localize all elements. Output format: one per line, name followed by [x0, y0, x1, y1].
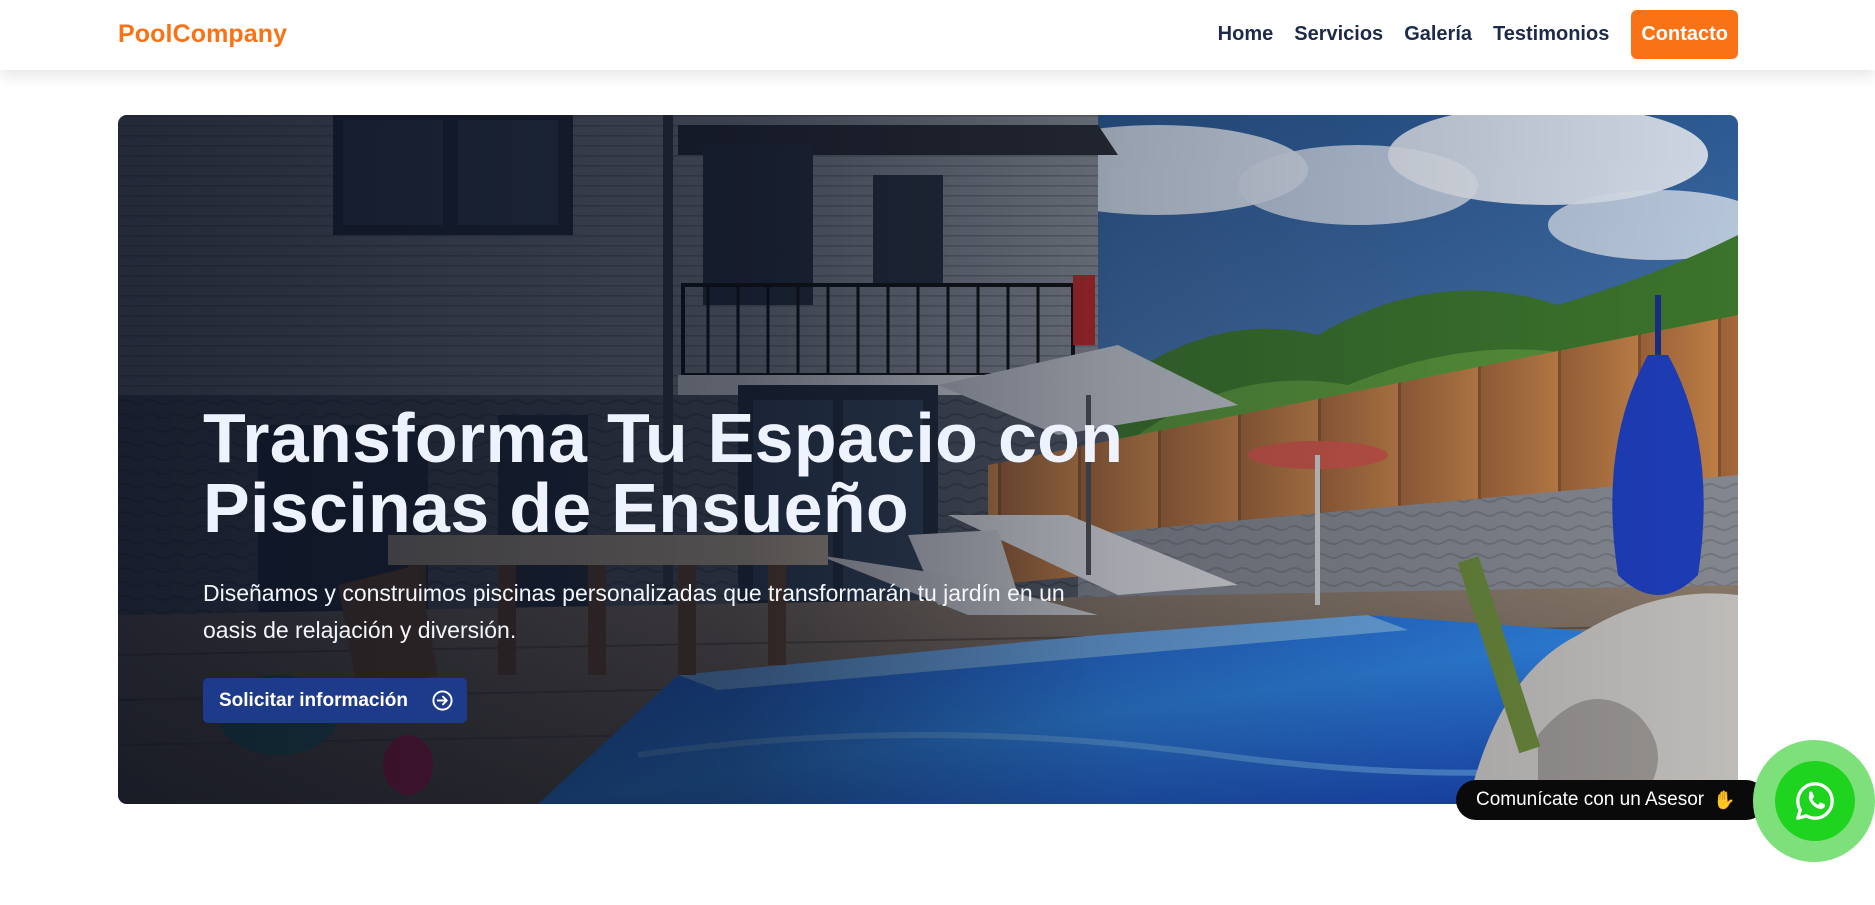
solicitar-informacion-button[interactable]: Solicitar información [203, 678, 467, 723]
site-header: PoolCompany Home Servicios Galería Testi… [0, 0, 1875, 70]
hero-subtitle-line-1: Diseñamos y construimos piscinas persona… [203, 580, 1065, 606]
nav-link-home[interactable]: Home [1218, 23, 1274, 46]
whatsapp-tooltip[interactable]: Comunícate con un Asesor ✋ [1456, 780, 1766, 820]
hero-title: Transforma Tu Espacio con Piscinas de En… [203, 403, 1203, 543]
whatsapp-button[interactable] [1775, 761, 1855, 841]
hero-section: Transforma Tu Espacio con Piscinas de En… [118, 115, 1738, 804]
main-nav: Home Servicios Galería Testimonios Conta… [1197, 10, 1738, 59]
waving-hand-icon: ✋ [1713, 789, 1736, 810]
logo[interactable]: PoolCompany [118, 20, 287, 49]
arrow-right-circle-icon [432, 690, 453, 711]
nav-link-servicios[interactable]: Servicios [1294, 23, 1383, 46]
nav-link-testimonios[interactable]: Testimonios [1493, 23, 1609, 46]
hero-title-line-1: Transforma Tu Espacio con [203, 399, 1124, 477]
whatsapp-icon [1796, 782, 1834, 820]
contacto-button[interactable]: Contacto [1631, 10, 1738, 59]
nav-link-galeria[interactable]: Galería [1404, 23, 1472, 46]
hero-subtitle-line-2: oasis de relajación y diversión. [203, 617, 517, 643]
hero-subtitle: Diseñamos y construimos piscinas persona… [203, 575, 1163, 649]
whatsapp-tooltip-label: Comunícate con un Asesor [1476, 789, 1705, 810]
hero-title-line-2: Piscinas de Ensueño [203, 469, 909, 547]
solicitar-informacion-label: Solicitar información [219, 689, 408, 711]
